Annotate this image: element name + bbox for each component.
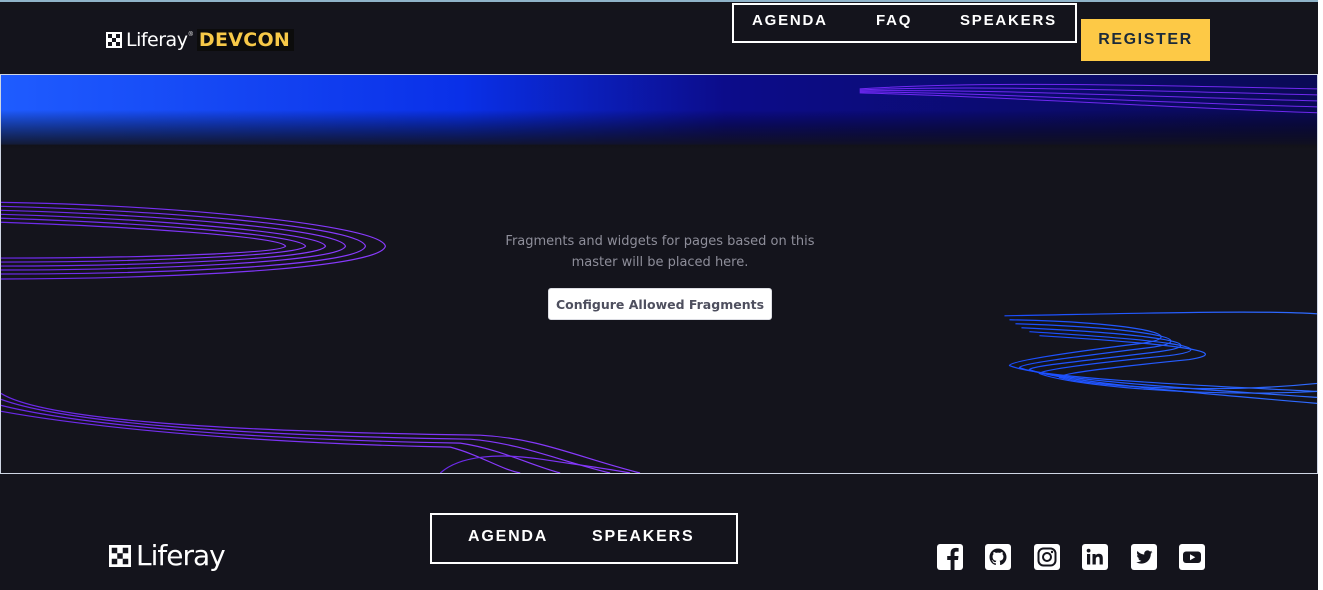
configure-allowed-fragments-button[interactable]: Configure Allowed Fragments [548, 288, 772, 320]
footer-nav: AGENDA SPEAKERS [430, 513, 738, 564]
youtube-icon[interactable] [1179, 544, 1205, 570]
logo-wordmark: Liferay [126, 29, 188, 51]
liferay-logo-icon [109, 544, 131, 567]
empty-dropzone-message: Fragments and widgets for pages based on… [491, 231, 829, 273]
footer-nav-link-speakers[interactable]: SPEAKERS [592, 528, 694, 546]
liferay-logo-icon [106, 32, 122, 48]
github-icon[interactable] [985, 544, 1011, 570]
facebook-icon[interactable] [937, 544, 963, 570]
footer-logo-wordmark: Liferay [136, 539, 226, 572]
wave-background-art [1, 75, 1317, 473]
logo-event-name: DEVCON [196, 29, 295, 51]
page: Liferay ® DEVCON AGENDA FAQ SPEAKERS REG… [0, 0, 1318, 590]
liferay-devcon-logo[interactable]: Liferay ® DEVCON [106, 28, 295, 52]
twitter-icon[interactable] [1131, 544, 1157, 570]
nav-link-agenda[interactable]: AGENDA [752, 12, 828, 29]
instagram-icon[interactable] [1034, 544, 1060, 570]
empty-message-line-2: master will be placed here. [571, 255, 749, 270]
site-header: Liferay ® DEVCON AGENDA FAQ SPEAKERS REG… [0, 2, 1318, 74]
footer-nav-link-agenda[interactable]: AGENDA [468, 528, 548, 546]
site-footer: Liferay AGENDA SPEAKERS [0, 474, 1318, 590]
logo-registered-mark: ® [188, 32, 193, 38]
empty-message-line-1: Fragments and widgets for pages based on… [505, 234, 815, 249]
register-button[interactable]: REGISTER [1081, 19, 1210, 61]
footer-liferay-logo[interactable]: Liferay [109, 539, 226, 572]
header-nav: AGENDA FAQ SPEAKERS [732, 3, 1077, 43]
hero-dropzone: Fragments and widgets for pages based on… [0, 74, 1318, 474]
linkedin-icon[interactable] [1082, 544, 1108, 570]
nav-link-faq[interactable]: FAQ [876, 12, 912, 29]
nav-link-speakers[interactable]: SPEAKERS [960, 12, 1057, 29]
